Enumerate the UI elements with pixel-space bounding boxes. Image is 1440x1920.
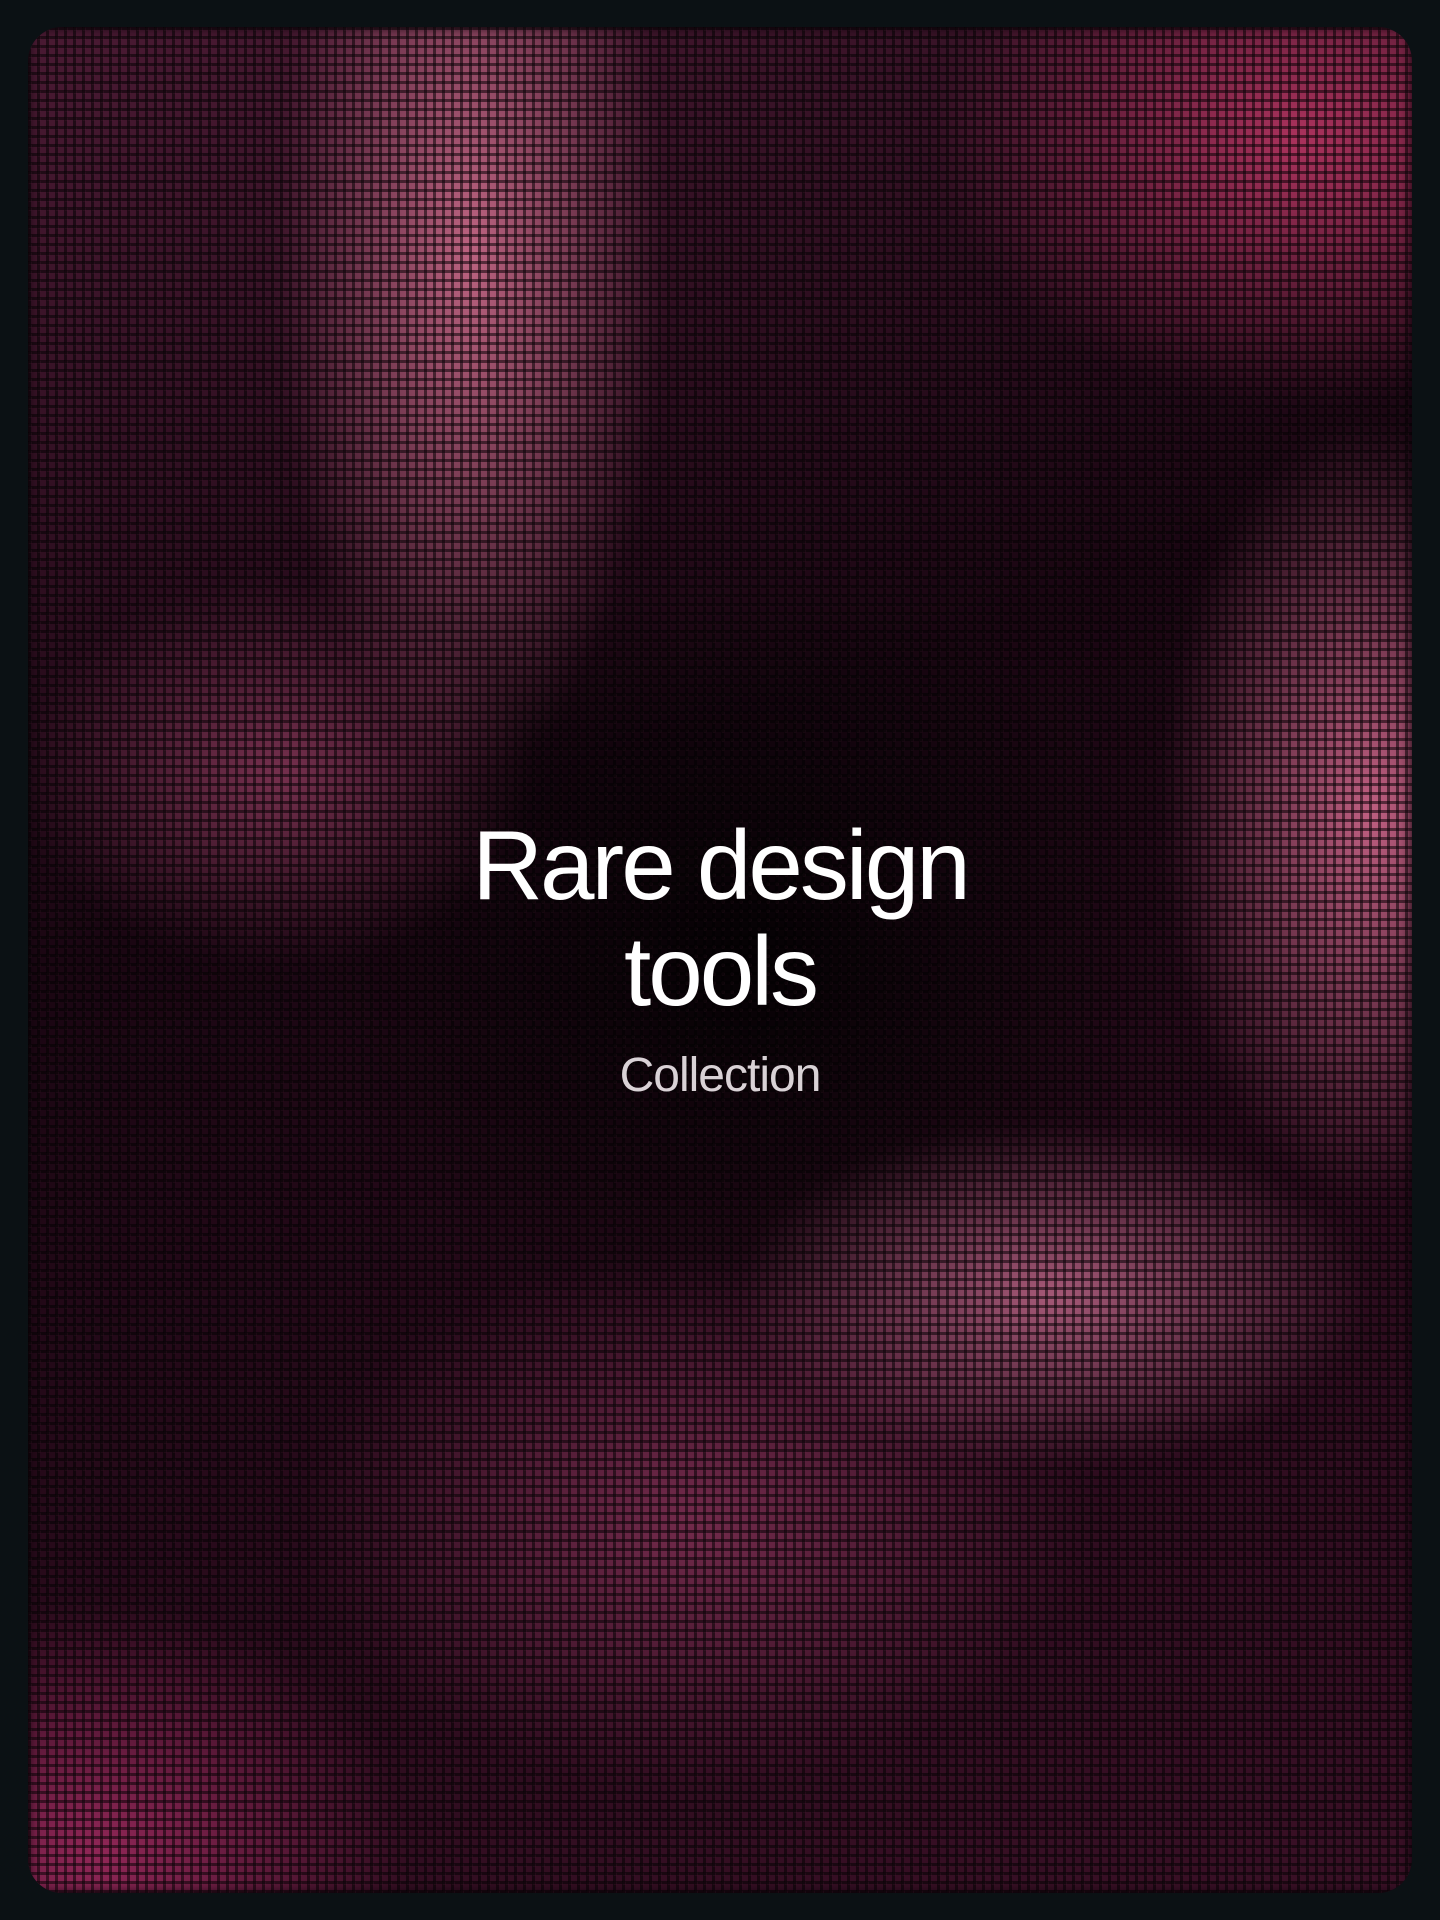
cover-title: Rare design tools [28,812,1412,1024]
title-block: Rare design tools Collection [28,812,1412,1104]
cover-title-line-2: tools [623,916,819,1026]
cover-card[interactable]: Rare design tools Collection [28,27,1412,1893]
page: Rare design tools Collection [0,0,1440,1920]
cover-subtitle: Collection [619,1049,822,1102]
cover-title-line-1: Rare design [472,810,970,920]
